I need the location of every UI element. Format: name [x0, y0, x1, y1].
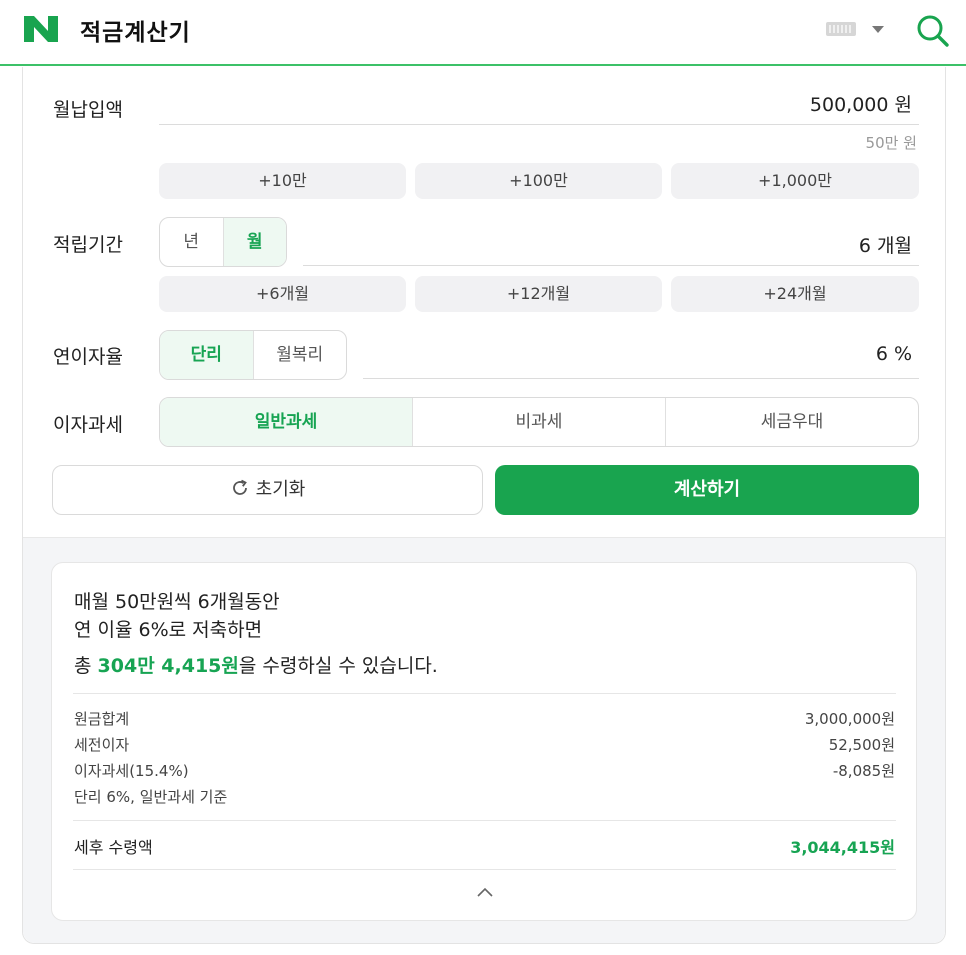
pretax-interest-label: 세전이자: [74, 736, 130, 754]
rate-input[interactable]: 6 %: [876, 343, 912, 365]
period-unit-toggle: 년 월: [159, 217, 287, 267]
result-summary-line1: 매월 50만원씩 6개월동안: [74, 591, 280, 613]
tax-type-preferential[interactable]: 세금우대: [666, 398, 918, 446]
result-divider-top: [73, 693, 896, 694]
monthly-amount-input[interactable]: 500,000 원: [810, 90, 912, 117]
monthly-amount-label: 월납입액: [53, 99, 123, 121]
interest-type-toggle: 단리 월복리: [159, 330, 347, 380]
app-header: 적금계산기: [0, 0, 966, 66]
naver-logo: [22, 14, 60, 44]
period-underline: [303, 265, 919, 266]
add-10man-button[interactable]: +10만: [159, 163, 406, 199]
add-12months-button[interactable]: +12개월: [415, 276, 662, 312]
monthly-amount-hint: 50만 원: [865, 134, 917, 152]
period-label: 적립기간: [53, 234, 123, 256]
chevron-up-icon[interactable]: [475, 885, 495, 899]
result-section: 매월 50만원씩 6개월동안 연 이율 6%로 저축하면 총 304만 4,41…: [23, 537, 945, 943]
tax-label: 이자과세: [53, 414, 123, 436]
result-total-suffix: 을 수령하실 수 있습니다.: [238, 655, 438, 677]
interest-type-monthly-compound[interactable]: 월복리: [254, 331, 347, 379]
calculator-panel: 월납입액 500,000 원 50만 원 +10만 +100만 +1,000만 …: [22, 67, 946, 944]
result-divider-bottom: [73, 869, 896, 870]
principal-value: 3,000,000원: [804, 710, 895, 728]
reset-button[interactable]: 초기화: [52, 465, 483, 515]
result-total-amount: 304만 4,415원: [97, 655, 239, 677]
calculate-button[interactable]: 계산하기: [495, 465, 919, 515]
input-form: 월납입액 500,000 원 50만 원 +10만 +100만 +1,000만 …: [23, 67, 945, 537]
rate-label: 연이자율: [53, 346, 123, 368]
principal-label: 원금합계: [74, 710, 130, 728]
interest-type-simple[interactable]: 단리: [160, 331, 254, 379]
search-icon[interactable]: [914, 12, 950, 48]
monthly-amount-underline: [159, 124, 919, 125]
rate-underline: [363, 378, 919, 379]
add-100man-button[interactable]: +100만: [415, 163, 662, 199]
result-total-prefix: 총: [74, 655, 98, 677]
refresh-icon: [232, 479, 247, 495]
result-divider-mid: [73, 820, 896, 821]
tax-type-exempt[interactable]: 비과세: [413, 398, 666, 446]
result-summary-line3: 총 304만 4,415원을 수령하실 수 있습니다.: [74, 651, 438, 678]
period-unit-year[interactable]: 년: [160, 218, 224, 266]
period-input[interactable]: 6 개월: [859, 231, 912, 258]
tax-type-toggle: 일반과세 비과세 세금우대: [159, 397, 919, 447]
page-title: 적금계산기: [80, 20, 191, 46]
pretax-interest-value: 52,500원: [828, 736, 895, 754]
interest-tax-value: -8,085원: [832, 762, 895, 780]
result-summary-line2: 연 이율 6%로 저축하면: [74, 619, 263, 641]
reset-button-label: 초기화: [255, 479, 306, 500]
result-card: 매월 50만원씩 6개월동안 연 이율 6%로 저축하면 총 304만 4,41…: [51, 562, 917, 921]
add-1000man-button[interactable]: +1,000만: [671, 163, 919, 199]
keyboard-icon[interactable]: [826, 22, 856, 36]
net-amount-value: 3,044,415원: [790, 838, 895, 857]
net-amount-label: 세후 수령액: [74, 838, 153, 857]
caret-down-icon[interactable]: [872, 26, 884, 33]
period-unit-month[interactable]: 월: [223, 218, 286, 266]
tax-type-general[interactable]: 일반과세: [160, 398, 413, 446]
calculation-basis: 단리 6%, 일반과세 기준: [74, 788, 228, 806]
add-24months-button[interactable]: +24개월: [671, 276, 919, 312]
add-6months-button[interactable]: +6개월: [159, 276, 406, 312]
interest-tax-label: 이자과세(15.4%): [74, 762, 189, 780]
